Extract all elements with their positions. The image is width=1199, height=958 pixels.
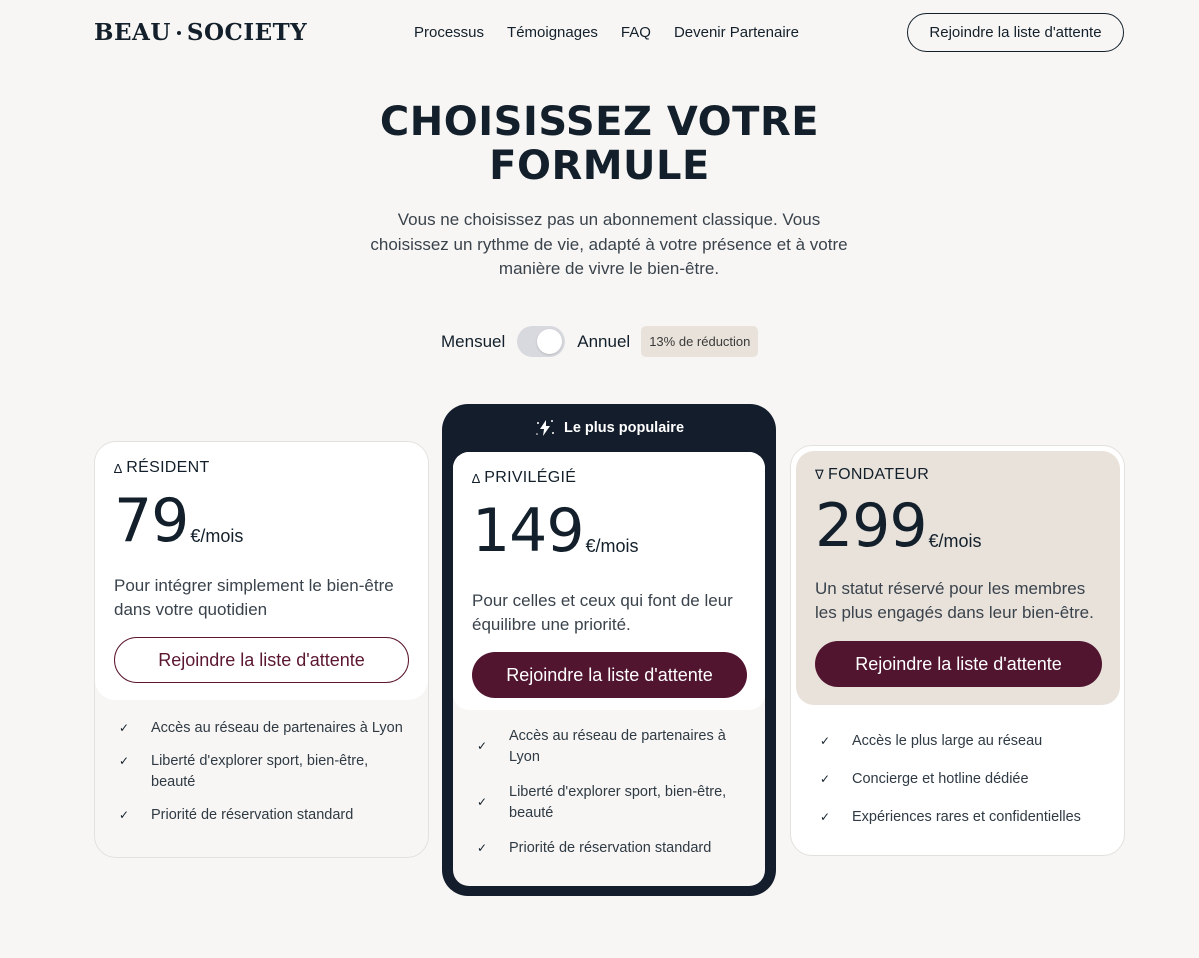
brand-logo[interactable]: BEAU SOCIETY — [94, 19, 307, 46]
nav-link-processus[interactable]: Processus — [414, 24, 484, 41]
page-title-line2: FORMULE — [489, 143, 710, 189]
feature-text: Expériences rares et confidentielles — [852, 809, 1081, 825]
plan-card-header: ∆ PRIVILÉGIÉ 149 €/mois Pour celles et c… — [453, 452, 765, 710]
plan-name-text: RÉSIDENT — [126, 459, 210, 476]
plan-price: 299 €/mois — [815, 496, 1101, 556]
feature-item: ✓ Liberté d'explorer sport, bien-être, be… — [477, 782, 737, 824]
plan-name: ∆ PRIVILÉGIÉ — [472, 469, 746, 487]
feature-item: ✓ Priorité de réservation standard — [119, 805, 428, 826]
page-title: CHOISISSEZ VOTRE FORMULE — [0, 100, 1199, 188]
check-icon: ✓ — [119, 808, 130, 822]
main-nav: Processus Témoignages FAQ Devenir Parten… — [414, 24, 799, 41]
fondateur-waitlist-button[interactable]: Rejoindre la liste d'attente — [815, 641, 1102, 687]
plan-price: 149 €/mois — [472, 501, 746, 561]
plan-price: 79 €/mois — [114, 491, 409, 551]
feature-item: ✓ Accès au réseau de partenaires à Lyon — [477, 726, 737, 768]
feature-item: ✓ Priorité de réservation standard — [477, 838, 737, 859]
plan-card-header: ∇ FONDATEUR 299 €/mois Un statut réservé… — [796, 451, 1120, 705]
page-subtitle: Vous ne choisissez pas un abonnement cla… — [370, 210, 848, 278]
plan-description: Pour celles et ceux qui font de leur équ… — [472, 591, 733, 634]
feature-item: ✓ Accès au réseau de partenaires à Lyon — [119, 718, 428, 739]
monthly-label[interactable]: Mensuel — [441, 332, 505, 352]
feature-text: Priorité de réservation standard — [509, 840, 712, 856]
feature-text: Accès le plus large au réseau — [852, 733, 1043, 749]
check-icon: ✓ — [477, 841, 488, 855]
billing-toggle-group: Mensuel Annuel 13% de réduction — [441, 326, 759, 357]
plan-card-body: ∆ PRIVILÉGIÉ 149 €/mois Pour celles et c… — [453, 452, 765, 886]
plan-description: Un statut réservé pour les membres les p… — [815, 579, 1094, 622]
plan-name: ∇ FONDATEUR — [815, 466, 1101, 484]
feature-item: ✓ Concierge et hotline dédiée — [820, 769, 1081, 790]
plan-card-resident: ∆ RÉSIDENT 79 €/mois Pour intégrer simpl… — [94, 441, 429, 858]
billing-period-switch[interactable] — [517, 326, 566, 357]
plan-description: Pour intégrer simplement le bien-être da… — [114, 576, 394, 619]
plan-card-header: ∆ RÉSIDENT 79 €/mois Pour intégrer simpl… — [95, 442, 428, 700]
feature-item: ✓ Expériences rares et confidentielles — [820, 807, 1081, 828]
plan-name-text: FONDATEUR — [828, 466, 930, 483]
price-unit: €/mois — [928, 531, 982, 551]
logo-text-right: SOCIETY — [186, 19, 308, 46]
delta-icon: ∆ — [472, 470, 481, 486]
check-icon: ✓ — [820, 810, 831, 824]
discount-badge: 13% de réduction — [641, 326, 759, 357]
nav-link-partenaire[interactable]: Devenir Partenaire — [674, 24, 799, 41]
plan-name: ∆ RÉSIDENT — [114, 459, 409, 477]
price-amount: 299 — [815, 491, 928, 561]
plan-name-text: PRIVILÉGIÉ — [484, 469, 577, 486]
popular-badge-text: Le plus populaire — [563, 419, 685, 436]
feature-item: ✓ Accès le plus large au réseau — [820, 731, 1081, 752]
plan-card-privilegie: Le plus populaire ∆ PRIVILÉGIÉ 149 €/moi… — [442, 404, 776, 896]
sparkle-bolt-icon — [536, 419, 554, 436]
page-title-line1: CHOISISSEZ VOTRE — [379, 99, 820, 145]
check-icon: ✓ — [820, 734, 831, 748]
feature-text: Priorité de réservation standard — [151, 807, 354, 823]
check-icon: ✓ — [119, 754, 130, 768]
nabla-icon: ∇ — [815, 467, 824, 482]
price-amount: 149 — [472, 496, 585, 566]
feature-list: ✓ Accès au réseau de partenaires à Lyon ✓… — [95, 700, 428, 826]
feature-text: Accès au réseau de partenaires à Lyon — [509, 728, 726, 765]
check-icon: ✓ — [477, 795, 488, 809]
logo-dot — [176, 30, 181, 35]
plan-card-fondateur: ∇ FONDATEUR 299 €/mois Un statut réservé… — [790, 445, 1125, 856]
feature-text: Concierge et hotline dédiée — [852, 771, 1029, 787]
price-unit: €/mois — [585, 536, 639, 556]
resident-waitlist-button[interactable]: Rejoindre la liste d'attente — [114, 637, 409, 683]
feature-text: Accès au réseau de partenaires à Lyon — [151, 720, 403, 736]
feature-list: ✓ Accès le plus large au réseau ✓ Concierg… — [820, 731, 1081, 845]
price-unit: €/mois — [190, 526, 244, 546]
nav-link-temoignages[interactable]: Témoignages — [507, 24, 598, 41]
check-icon: ✓ — [820, 772, 831, 786]
feature-list: ✓ Accès au réseau de partenaires à Lyon ✓… — [453, 710, 765, 859]
header-waitlist-button[interactable]: Rejoindre la liste d'attente — [907, 13, 1124, 52]
price-amount: 79 — [114, 486, 189, 556]
yearly-label[interactable]: Annuel — [577, 332, 630, 352]
delta-icon: ∆ — [114, 460, 123, 476]
feature-item: ✓ Liberté d'explorer sport, bien-être, be… — [119, 751, 428, 793]
privilegie-waitlist-button[interactable]: Rejoindre la liste d'attente — [472, 652, 747, 698]
feature-text: Liberté d'explorer sport, bien-être, bea… — [509, 784, 727, 821]
nav-link-faq[interactable]: FAQ — [621, 24, 651, 41]
popular-badge: Le plus populaire — [442, 404, 776, 451]
check-icon: ✓ — [119, 721, 130, 735]
feature-text: Liberté d'explorer sport, bien-être, bea… — [151, 753, 369, 790]
logo-text-left: BEAU — [94, 19, 171, 46]
check-icon: ✓ — [477, 739, 488, 753]
switch-knob — [537, 329, 563, 354]
